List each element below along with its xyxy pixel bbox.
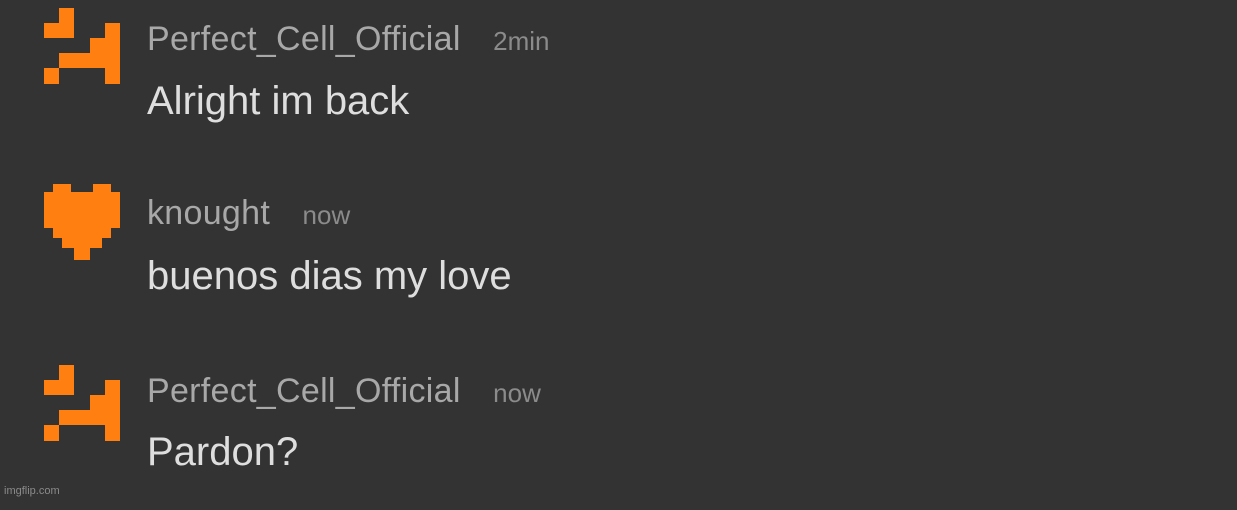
chat-message-list: Perfect_Cell_Official 2min Alright im ba… xyxy=(0,0,1237,500)
timestamp: now xyxy=(302,200,351,230)
chat-message: Perfect_Cell_Official now Pardon? xyxy=(0,350,1237,510)
timestamp: now xyxy=(493,378,541,408)
avatar-pixel-frown-face-icon[interactable] xyxy=(44,365,120,441)
watermark: imgflip.com xyxy=(4,485,60,497)
pixel-heart-icon xyxy=(44,184,120,260)
chat-message: knought now buenos dias my love xyxy=(0,170,1237,330)
message-header: Perfect_Cell_Official 2min xyxy=(147,20,550,59)
username[interactable]: Perfect_Cell_Official xyxy=(147,20,461,58)
chat-message: Perfect_Cell_Official 2min Alright im ba… xyxy=(0,0,1237,160)
username[interactable]: knought xyxy=(147,194,270,232)
username[interactable]: Perfect_Cell_Official xyxy=(147,372,461,410)
message-text: Alright im back xyxy=(147,79,410,123)
pixel-frown-face-icon xyxy=(44,365,120,441)
message-header: Perfect_Cell_Official now xyxy=(147,372,541,411)
avatar-pixel-heart-icon[interactable] xyxy=(44,184,120,260)
message-header: knought now xyxy=(147,194,350,233)
message-text: Pardon? xyxy=(147,430,299,474)
timestamp: 2min xyxy=(493,26,550,56)
avatar-pixel-frown-face-icon[interactable] xyxy=(44,8,120,84)
message-text: buenos dias my love xyxy=(147,254,512,298)
pixel-frown-face-icon xyxy=(44,8,120,84)
